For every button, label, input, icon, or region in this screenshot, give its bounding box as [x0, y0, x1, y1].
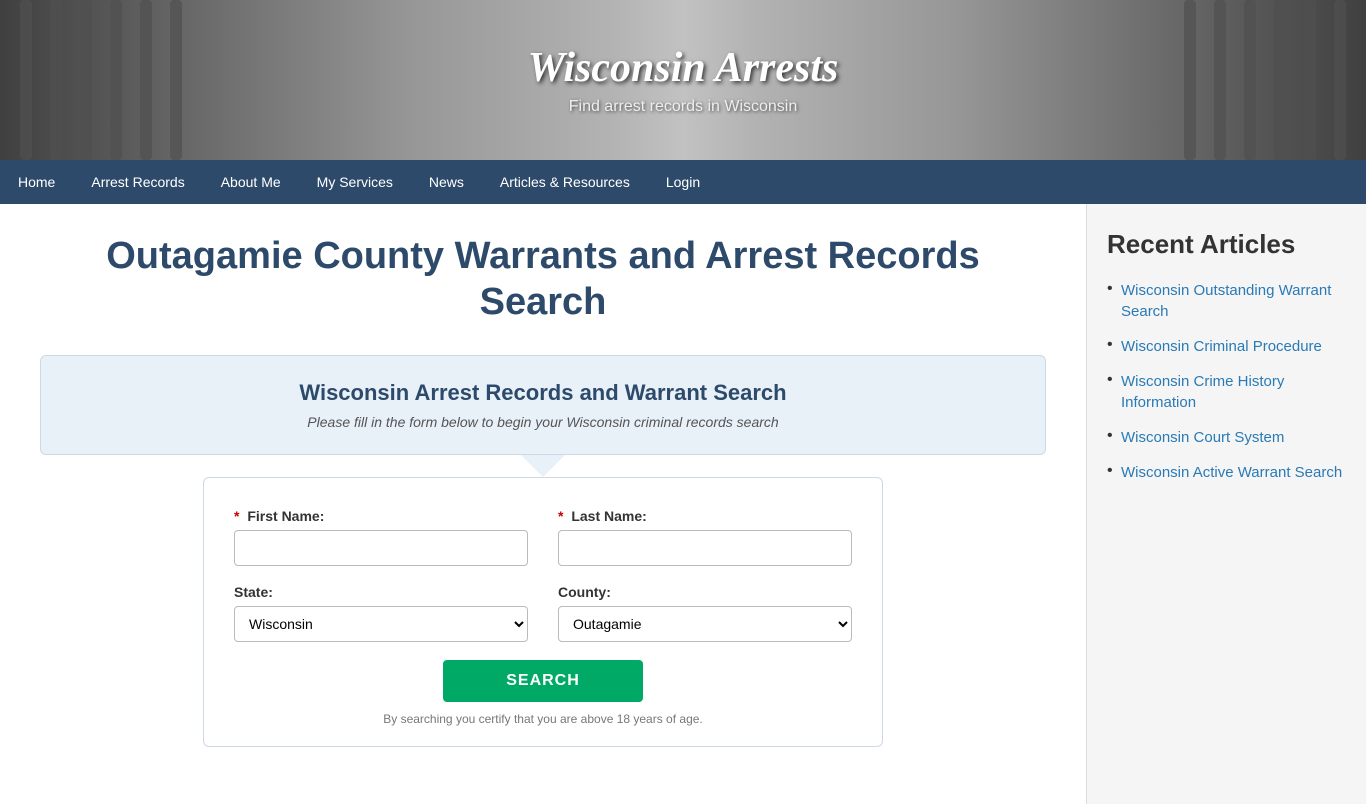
main-wrapper: Outagamie County Warrants and Arrest Rec… — [0, 204, 1366, 804]
site-subtitle: Find arrest records in Wisconsin — [528, 98, 839, 116]
nav-login[interactable]: Login — [648, 160, 718, 204]
article-item-4: Wisconsin Court System — [1107, 427, 1346, 448]
nav-about-me[interactable]: About Me — [203, 160, 299, 204]
content-area: Outagamie County Warrants and Arrest Rec… — [0, 204, 1086, 804]
county-label: County: — [558, 584, 852, 600]
county-select[interactable]: Outagamie Milwaukee Dane Waukesha Brown — [558, 606, 852, 642]
article-item-2: Wisconsin Criminal Procedure — [1107, 336, 1346, 357]
search-box-subtitle: Please fill in the form below to begin y… — [71, 414, 1015, 430]
first-name-label: * First Name: — [234, 508, 528, 524]
first-name-input[interactable] — [234, 530, 528, 566]
article-link-2[interactable]: Wisconsin Criminal Procedure — [1121, 338, 1322, 355]
required-star-first: * — [234, 508, 239, 524]
search-form: * First Name: * Last Name: State: — [203, 477, 883, 747]
last-name-label: * Last Name: — [558, 508, 852, 524]
sidebar: Recent Articles Wisconsin Outstanding Wa… — [1086, 204, 1366, 804]
article-item-1: Wisconsin Outstanding Warrant Search — [1107, 280, 1346, 322]
article-link-1[interactable]: Wisconsin Outstanding Warrant Search — [1121, 282, 1331, 320]
nav-news[interactable]: News — [411, 160, 482, 204]
header-text-block: Wisconsin Arrests Find arrest records in… — [528, 44, 839, 116]
main-nav: Home Arrest Records About Me My Services… — [0, 160, 1366, 204]
nav-my-services[interactable]: My Services — [299, 160, 411, 204]
nav-home[interactable]: Home — [0, 160, 73, 204]
article-item-5: Wisconsin Active Warrant Search — [1107, 462, 1346, 483]
county-group: County: Outagamie Milwaukee Dane Waukesh… — [558, 584, 852, 642]
search-box-title: Wisconsin Arrest Records and Warrant Sea… — [71, 380, 1015, 406]
article-item-3: Wisconsin Crime History Information — [1107, 371, 1346, 413]
location-row: State: Wisconsin Minnesota Iowa Illinois… — [234, 584, 852, 642]
required-star-last: * — [558, 508, 563, 524]
search-box-panel: Wisconsin Arrest Records and Warrant Sea… — [40, 355, 1046, 455]
state-group: State: Wisconsin Minnesota Iowa Illinois… — [234, 584, 528, 642]
article-link-3[interactable]: Wisconsin Crime History Information — [1121, 373, 1284, 411]
site-title: Wisconsin Arrests — [528, 44, 839, 92]
recent-articles-list: Wisconsin Outstanding Warrant Search Wis… — [1107, 280, 1346, 483]
sidebar-title: Recent Articles — [1107, 229, 1346, 260]
state-select[interactable]: Wisconsin Minnesota Iowa Illinois Michig… — [234, 606, 528, 642]
name-row: * First Name: * Last Name: — [234, 508, 852, 566]
prison-bars-left — [0, 0, 220, 160]
prison-bars-right — [1146, 0, 1366, 160]
chevron-down-icon — [521, 455, 565, 477]
article-link-4[interactable]: Wisconsin Court System — [1121, 429, 1284, 446]
search-button[interactable]: SEARCH — [443, 660, 643, 702]
page-title: Outagamie County Warrants and Arrest Rec… — [40, 234, 1046, 325]
article-link-5[interactable]: Wisconsin Active Warrant Search — [1121, 464, 1342, 481]
last-name-group: * Last Name: — [558, 508, 852, 566]
nav-arrest-records[interactable]: Arrest Records — [73, 160, 202, 204]
site-header: Wisconsin Arrests Find arrest records in… — [0, 0, 1366, 160]
nav-articles-resources[interactable]: Articles & Resources — [482, 160, 648, 204]
last-name-input[interactable] — [558, 530, 852, 566]
first-name-group: * First Name: — [234, 508, 528, 566]
state-label: State: — [234, 584, 528, 600]
form-disclaimer: By searching you certify that you are ab… — [234, 712, 852, 726]
